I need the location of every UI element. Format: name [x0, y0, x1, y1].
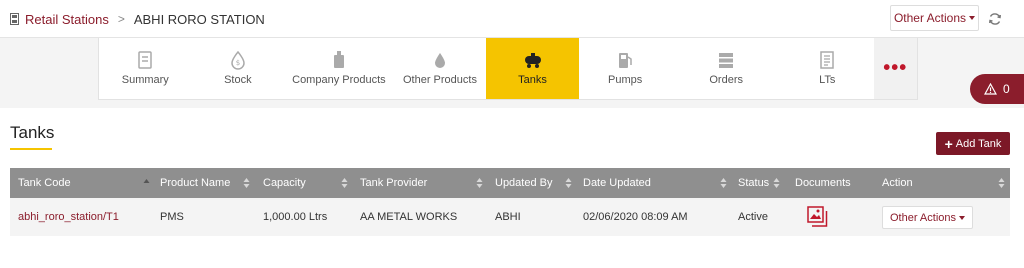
- svg-text:$: $: [236, 59, 240, 67]
- tab-label: Orders: [709, 74, 743, 86]
- column-label: Documents: [795, 177, 851, 189]
- sort-icon[interactable]: [243, 177, 250, 189]
- column-header-date-updated[interactable]: Date Updated: [583, 168, 651, 198]
- tab-orders[interactable]: Orders: [671, 38, 781, 99]
- column-label: Capacity: [263, 177, 306, 189]
- station-tabs: Summary $ Stock Company Products Other P…: [98, 38, 918, 100]
- plus-icon: +: [944, 135, 953, 152]
- tab-summary[interactable]: Summary: [99, 38, 192, 99]
- column-header-action[interactable]: Action: [882, 168, 913, 198]
- capacity-cell: 1,000.00 Ltrs: [263, 211, 328, 223]
- column-label: Product Name: [160, 177, 231, 189]
- sort-asc-icon[interactable]: [143, 177, 150, 189]
- column-label: Tank Code: [18, 177, 71, 189]
- breadcrumb-retail-stations[interactable]: Retail Stations: [25, 12, 109, 27]
- tanks-panel: Tanks + Add Tank Tank Code Product Name …: [0, 108, 1024, 268]
- table-header: Tank Code Product Name Capacity Tank Pro…: [10, 168, 1010, 198]
- refresh-icon[interactable]: [988, 12, 1002, 26]
- row-other-actions-dropdown[interactable]: Other Actions: [882, 206, 973, 229]
- tab-other-products[interactable]: Other Products: [394, 38, 487, 99]
- sort-icon[interactable]: [341, 177, 348, 189]
- row-other-actions-label: Other Actions: [889, 211, 957, 224]
- table-row: abhi_roro_station/T1 PMS 1,000.00 Ltrs A…: [10, 198, 1010, 236]
- sort-icon[interactable]: [565, 177, 572, 189]
- caret-down-icon: [969, 16, 976, 20]
- title-underline: [10, 148, 52, 150]
- column-label: Tank Provider: [360, 177, 428, 189]
- top-bar: Retail Stations > ABHI RORO STATION Othe…: [0, 0, 1024, 38]
- product-name-cell: PMS: [160, 211, 184, 223]
- more-tabs-button[interactable]: •••: [873, 38, 917, 99]
- tab-label: Tanks: [518, 74, 547, 86]
- tanks-icon: [524, 53, 541, 68]
- add-tank-button[interactable]: + Add Tank: [936, 132, 1010, 155]
- column-header-updated-by[interactable]: Updated By: [495, 168, 552, 198]
- column-header-product-name[interactable]: Product Name: [160, 168, 230, 198]
- add-tank-label: Add Tank: [955, 137, 1002, 150]
- other-actions-label: Other Actions: [893, 11, 967, 25]
- column-header-tank-code[interactable]: Tank Code: [18, 168, 71, 198]
- column-label: Status: [738, 177, 770, 189]
- alert-count: 0: [1003, 82, 1010, 96]
- breadcrumb: Retail Stations > ABHI RORO STATION: [10, 11, 265, 27]
- column-header-documents: Documents: [795, 168, 851, 198]
- tab-label: Other Products: [402, 74, 477, 86]
- other-products-icon: [434, 53, 445, 68]
- other-actions-dropdown[interactable]: Other Actions: [890, 5, 979, 31]
- tab-label: Summary: [121, 74, 169, 86]
- page-title: Tanks: [10, 123, 55, 142]
- tab-pumps[interactable]: Pumps: [579, 38, 672, 99]
- sort-icon[interactable]: [720, 177, 727, 189]
- warning-icon: [984, 83, 997, 95]
- tab-company-products[interactable]: Company Products: [284, 38, 394, 99]
- sort-icon[interactable]: [998, 177, 1005, 189]
- tab-stock[interactable]: $ Stock: [192, 38, 285, 99]
- column-header-capacity[interactable]: Capacity: [263, 168, 306, 198]
- alert-badge[interactable]: 0: [970, 74, 1024, 104]
- breadcrumb-current: ABHI RORO STATION: [133, 11, 265, 27]
- orders-icon: [719, 53, 734, 68]
- column-header-status[interactable]: Status: [738, 168, 769, 198]
- breadcrumb-separator: >: [117, 12, 125, 26]
- tab-label: Company Products: [292, 74, 386, 86]
- summary-icon: [138, 51, 153, 69]
- tank-code-link[interactable]: abhi_roro_station/T1: [18, 198, 119, 236]
- column-label: Date Updated: [583, 177, 651, 189]
- caret-down-icon: [959, 215, 966, 220]
- column-label: Action: [882, 177, 913, 189]
- company-products-icon: [333, 51, 344, 68]
- image-gallery-icon[interactable]: [807, 206, 828, 228]
- stock-icon: $: [231, 50, 245, 70]
- sort-icon[interactable]: [476, 177, 483, 189]
- station-icon: [10, 13, 19, 25]
- pumps-icon: [619, 53, 632, 68]
- tab-lts[interactable]: LTs: [781, 38, 874, 99]
- updated-by-cell: ABHI: [495, 211, 521, 223]
- more-dots-icon: •••: [883, 57, 908, 79]
- sort-icon[interactable]: [773, 177, 780, 189]
- column-header-tank-provider[interactable]: Tank Provider: [360, 168, 427, 198]
- tab-label: Pumps: [607, 74, 643, 86]
- tank-provider-cell: AA METAL WORKS: [360, 211, 458, 223]
- tab-tanks[interactable]: Tanks: [486, 38, 579, 99]
- status-cell: Active: [738, 211, 768, 223]
- date-updated-cell: 02/06/2020 08:09 AM: [583, 211, 688, 223]
- lts-icon: [820, 51, 834, 69]
- column-label: Updated By: [495, 177, 553, 189]
- tab-label: Stock: [224, 74, 252, 86]
- tab-label: LTs: [819, 74, 836, 86]
